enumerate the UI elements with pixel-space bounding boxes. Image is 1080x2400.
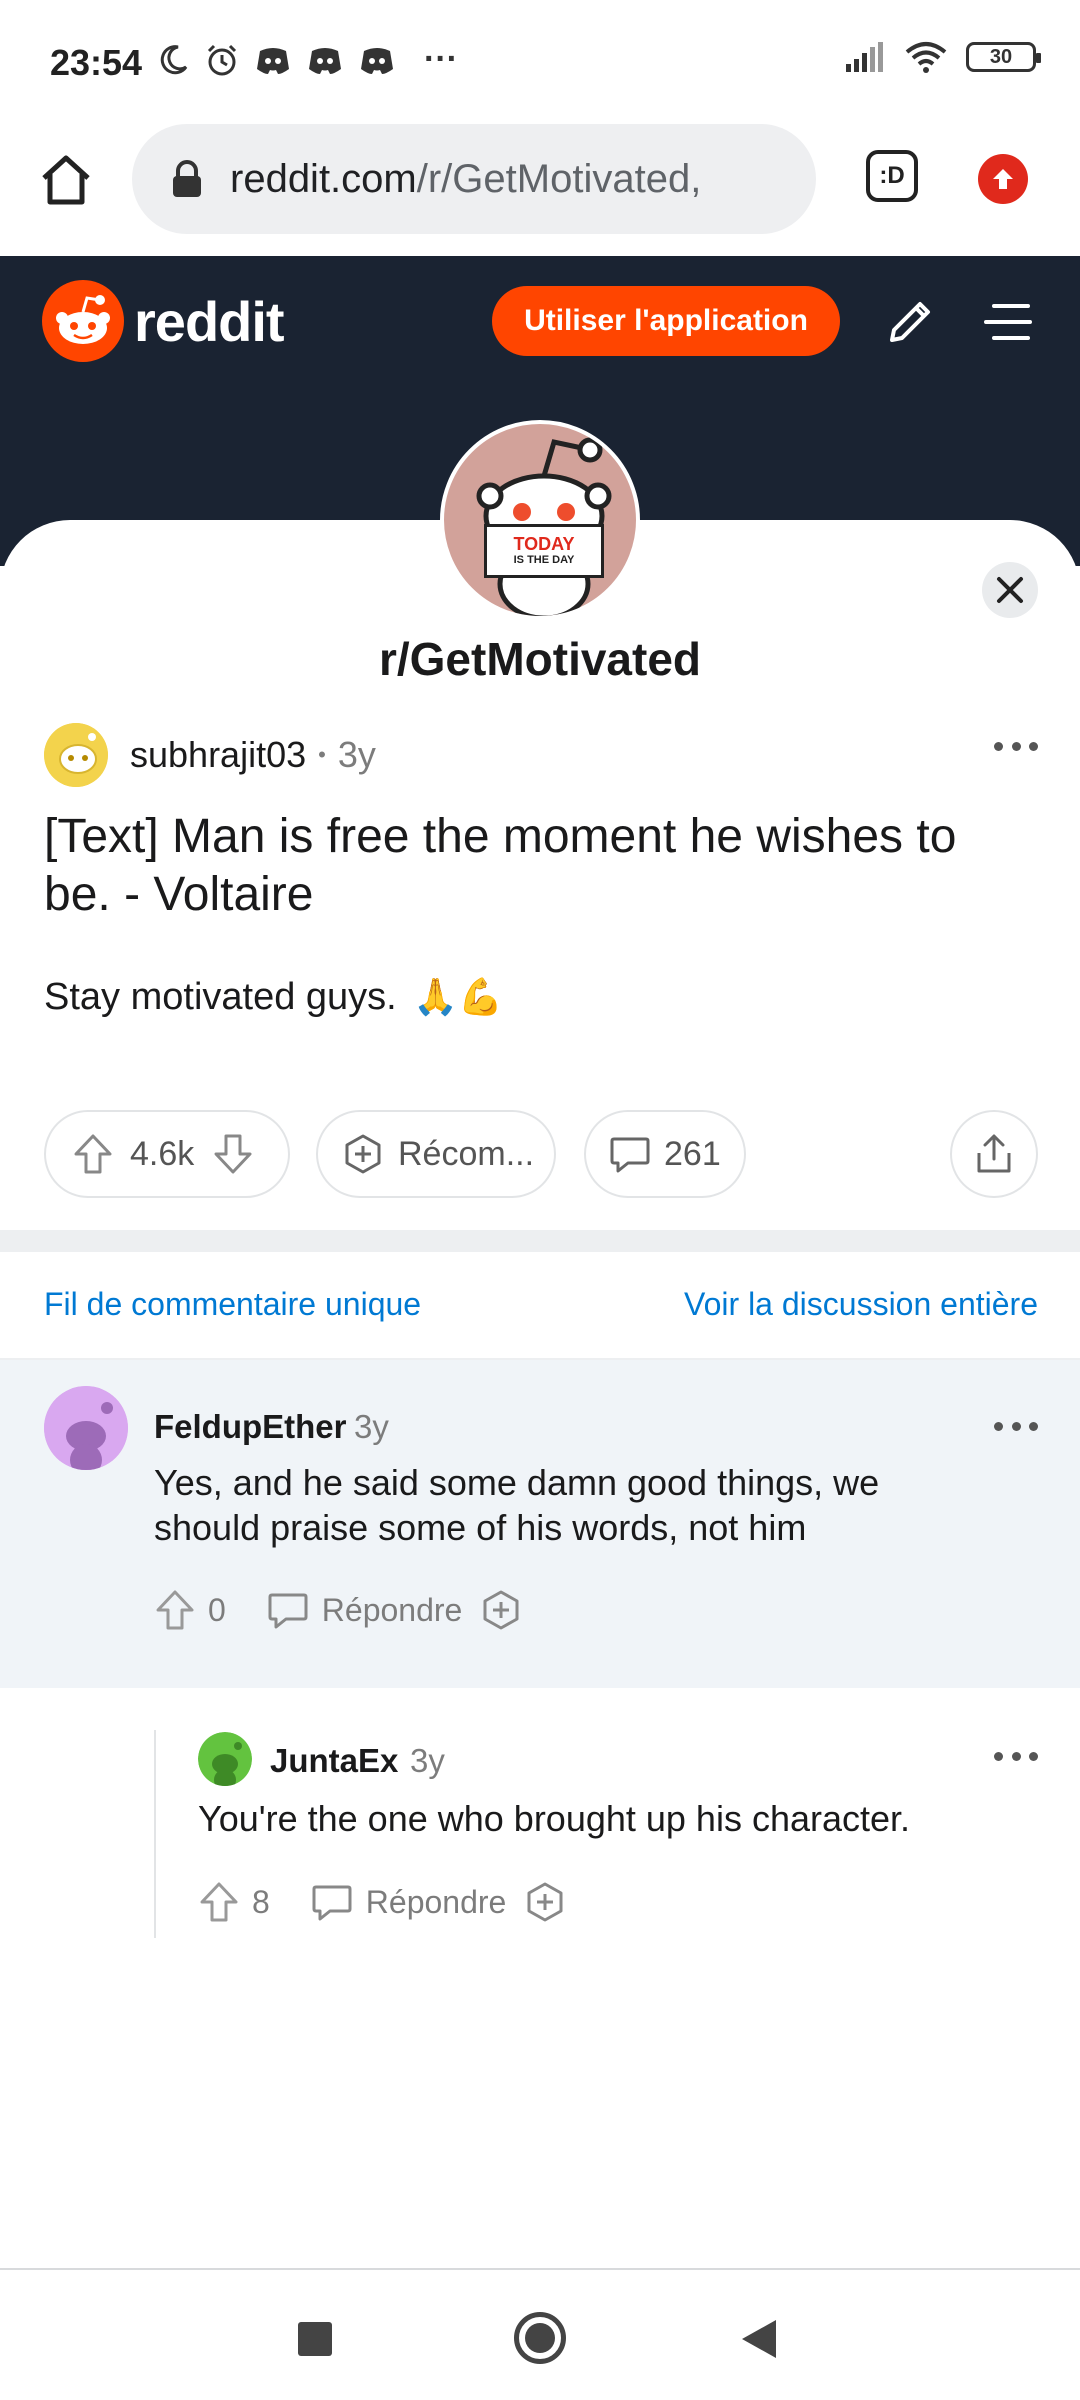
post-more-options-icon[interactable] (994, 736, 1038, 756)
lock-icon (173, 160, 201, 197)
community-avatar[interactable]: TODAY IS THE DAY (440, 420, 640, 620)
dot-separator: • (318, 742, 326, 767)
url-domain: reddit.com (230, 156, 417, 201)
community-name[interactable]: r/GetMotivated (0, 632, 1080, 686)
moon-icon (160, 44, 188, 74)
reply-thread-line (154, 1730, 156, 1938)
single-thread-link[interactable]: Fil de commentaire unique (44, 1286, 421, 1323)
comment-avatar[interactable] (44, 1386, 128, 1470)
post-body-emoji: 🙏💪 (413, 976, 503, 1017)
comment-actions: 0 Répondre (154, 1588, 522, 1632)
reddit-wordmark: reddit (134, 289, 285, 353)
reply-author[interactable]: JuntaEx (270, 1742, 398, 1780)
discord-icon (257, 47, 289, 74)
wifi-icon (905, 42, 947, 73)
snoo-mascot-icon (476, 437, 612, 616)
post-body: Stay motivated guys. 🙏💪 (44, 976, 503, 1019)
address-bar[interactable]: reddit.com/r/GetMotivated, (132, 124, 816, 234)
share-icon (977, 1134, 1011, 1173)
reply-icon[interactable] (310, 1881, 354, 1923)
comments-button[interactable]: 261 (584, 1110, 746, 1198)
award-label: Récom... (398, 1134, 535, 1173)
url-path: /r/GetMotivated, (416, 156, 702, 201)
avatar-sign-line2: IS THE DAY (513, 554, 575, 566)
reply-icon[interactable] (266, 1589, 310, 1631)
reply-button[interactable]: Répondre (366, 1884, 507, 1921)
share-button[interactable] (950, 1110, 1038, 1198)
reply-avatar[interactable] (198, 1732, 252, 1786)
award-icon (345, 1134, 381, 1174)
snoo-icon (42, 280, 124, 362)
post-age: 3y (337, 734, 376, 775)
post-author-row: subhrajit03 • 3y (44, 722, 376, 788)
url-text: reddit.com/r/GetMotivated, (230, 157, 701, 202)
back-button-icon[interactable] (742, 2320, 776, 2358)
reddit-logo[interactable]: reddit (42, 280, 285, 362)
upvote-icon[interactable] (154, 1588, 196, 1632)
award-icon[interactable] (480, 1589, 522, 1631)
reply-score: 8 (252, 1883, 270, 1920)
author-avatar[interactable] (44, 723, 108, 787)
status-bar: 23:54 ··· 30 (0, 0, 1080, 120)
reply-text: You're the one who brought up his charac… (198, 1798, 911, 1839)
tabs-button[interactable]: :D (866, 150, 918, 202)
avatar-sign-line1: TODAY (513, 534, 575, 554)
thread-links: Fil de commentaire unique Voir la discus… (44, 1286, 1038, 1330)
post-body-text: Stay motivated guys. (44, 976, 397, 1018)
home-icon[interactable] (36, 150, 96, 210)
comments-count: 261 (664, 1134, 721, 1173)
discord-icon (309, 47, 341, 74)
comment-more-options-icon[interactable] (994, 1416, 1038, 1436)
reply-age: 3y (410, 1742, 445, 1779)
open-app-button[interactable]: Utiliser l'application (492, 286, 840, 356)
avatar-sign: TODAY IS THE DAY (484, 524, 604, 578)
post-title[interactable]: [Text] Man is free the moment he wishes … (44, 808, 1034, 924)
comment-age: 3y (354, 1408, 389, 1445)
reply-button[interactable]: Répondre (322, 1592, 463, 1629)
status-time: 23:54 (50, 42, 143, 83)
close-icon (997, 577, 1023, 603)
more-notifications-icon: ··· (424, 40, 458, 78)
home-button-icon[interactable] (514, 2312, 566, 2364)
browser-toolbar: reddit.com/r/GetMotivated, :D (0, 120, 1080, 256)
pencil-icon[interactable] (882, 294, 938, 350)
section-divider (0, 1230, 1080, 1252)
downvote-icon[interactable] (212, 1132, 254, 1176)
system-nav-bar (0, 2270, 1080, 2400)
comment-author[interactable]: FeldupEther (154, 1408, 347, 1446)
alarm-icon (207, 44, 237, 75)
comment-text: Yes, and he said some damn good things, … (154, 1462, 880, 1548)
comment-score: 0 (208, 1591, 226, 1628)
reddit-header: reddit Utiliser l'application (0, 256, 1080, 386)
hamburger-menu-icon[interactable] (980, 294, 1036, 350)
vote-control: 4.6k (44, 1110, 290, 1198)
post-author-name[interactable]: subhrajit03 (130, 734, 306, 776)
reply-more-options-icon[interactable] (994, 1746, 1038, 1766)
close-button[interactable] (982, 562, 1038, 618)
award-icon[interactable] (524, 1881, 566, 1923)
post-actions: 4.6k Récom... 261 (44, 1110, 1038, 1198)
status-notification-icons: ··· (156, 40, 458, 79)
comment-icon (610, 1137, 650, 1173)
status-system-icons: 30 (844, 40, 1041, 74)
reply-actions: 8 Répondre (198, 1880, 566, 1924)
upvote-icon[interactable] (72, 1132, 114, 1176)
discord-icon (361, 47, 393, 74)
award-button[interactable]: Récom... (316, 1110, 556, 1198)
extension-button[interactable] (978, 154, 1028, 204)
battery-indicator: 30 (966, 42, 1041, 72)
upload-arrow-icon (993, 169, 1013, 189)
full-discussion-link[interactable]: Voir la discussion entière (684, 1286, 1038, 1323)
upvote-icon[interactable] (198, 1880, 240, 1924)
post-score: 4.6k (130, 1134, 195, 1173)
recents-button-icon[interactable] (298, 2322, 332, 2356)
signal-icon (846, 42, 883, 72)
